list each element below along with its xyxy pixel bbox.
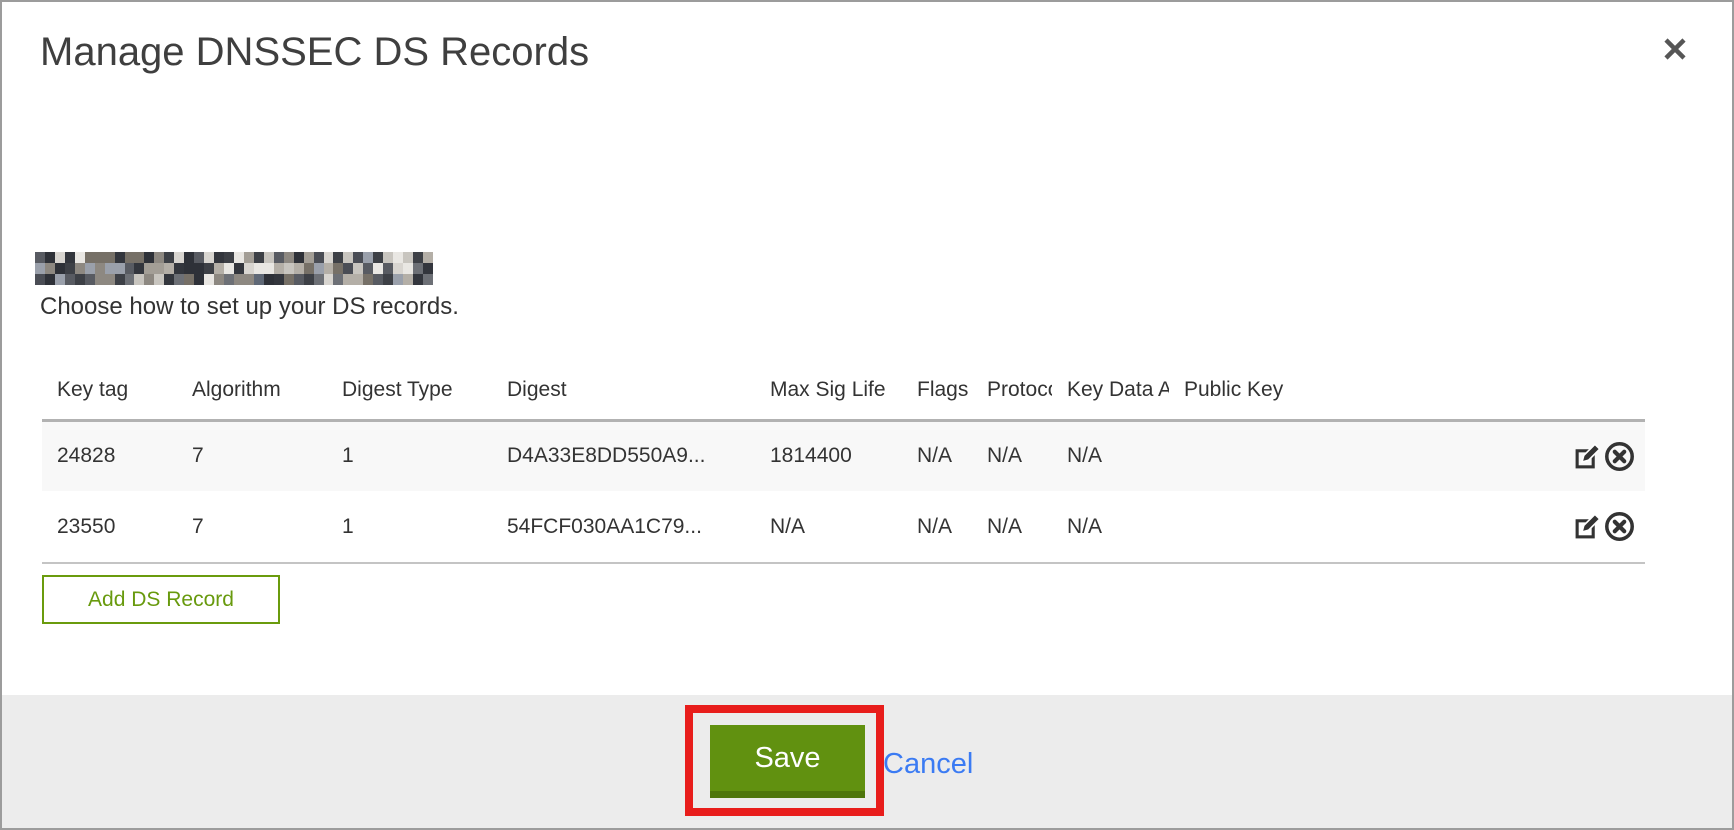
page-title: Manage DNSSEC DS Records — [40, 30, 589, 75]
cancel-link[interactable]: Cancel — [883, 748, 973, 781]
save-button[interactable]: Save — [710, 725, 865, 798]
table-row: 23550 7 1 54FCF030AA1C79... N/A N/A N/A … — [42, 491, 1645, 563]
add-ds-record-button[interactable]: Add DS Record — [42, 575, 280, 624]
col-header-flags: Flags — [902, 334, 972, 420]
cell-key-data-alg: N/A — [1052, 491, 1169, 563]
delete-record-button[interactable] — [1604, 511, 1635, 542]
table-row: 24828 7 1 D4A33E8DD550A9... 1814400 N/A … — [42, 420, 1645, 491]
cell-protocol: N/A — [972, 491, 1052, 563]
col-header-digest: Digest — [492, 334, 755, 420]
cell-digest: 54FCF030AA1C79... — [492, 491, 755, 563]
cell-max-sig-life: 1814400 — [755, 420, 902, 491]
close-icon — [1663, 37, 1687, 61]
edit-record-button[interactable] — [1573, 442, 1602, 471]
edit-icon — [1573, 529, 1602, 544]
manage-dnssec-dialog: Manage DNSSEC DS Records Choose how to s… — [0, 0, 1734, 830]
cell-actions — [1527, 420, 1645, 491]
edit-record-button[interactable] — [1573, 512, 1602, 541]
cell-public-key — [1169, 491, 1527, 563]
cell-digest-type: 1 — [327, 420, 492, 491]
col-header-digest-type: Digest Type — [327, 334, 492, 420]
footer-bar — [2, 695, 1732, 828]
delete-record-button[interactable] — [1604, 441, 1635, 472]
delete-icon — [1604, 530, 1635, 545]
col-header-key-tag: Key tag — [42, 334, 177, 420]
cell-key-data-alg: N/A — [1052, 420, 1169, 491]
ds-records-table: Key tag Algorithm Digest Type Digest Max… — [42, 334, 1645, 564]
cell-actions — [1527, 491, 1645, 563]
cell-digest: D4A33E8DD550A9... — [492, 420, 755, 491]
col-header-actions — [1527, 334, 1645, 420]
redacted-domain — [35, 252, 433, 285]
cell-key-tag: 23550 — [42, 491, 177, 563]
cell-max-sig-life: N/A — [755, 491, 902, 563]
col-header-protocol: Protocol — [972, 334, 1052, 420]
col-header-max-sig-life: Max Sig Life — [755, 334, 902, 420]
edit-icon — [1573, 459, 1602, 474]
close-button[interactable] — [1658, 32, 1692, 66]
cell-protocol: N/A — [972, 420, 1052, 491]
intro-text: Choose how to set up your DS records. — [40, 293, 459, 321]
cell-digest-type: 1 — [327, 491, 492, 563]
col-header-algorithm: Algorithm — [177, 334, 327, 420]
table-header-row: Key tag Algorithm Digest Type Digest Max… — [42, 334, 1645, 420]
cell-key-tag: 24828 — [42, 420, 177, 491]
col-header-key-data-alg: Key Data Alg — [1052, 334, 1169, 420]
col-header-public-key: Public Key — [1169, 334, 1527, 420]
cell-public-key — [1169, 420, 1527, 491]
cell-algorithm: 7 — [177, 420, 327, 491]
delete-icon — [1604, 460, 1635, 475]
cell-flags: N/A — [902, 491, 972, 563]
cell-flags: N/A — [902, 420, 972, 491]
cell-algorithm: 7 — [177, 491, 327, 563]
